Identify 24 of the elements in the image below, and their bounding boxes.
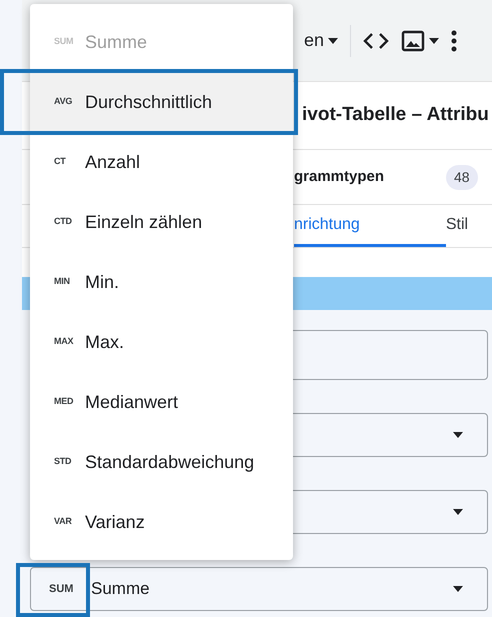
menu-item[interactable]: VAR Varianz [30,492,293,552]
row-label: grammtypen [294,166,386,187]
select-value: Summe [91,578,150,600]
code-icon[interactable] [363,32,390,50]
menu-item[interactable]: MIN Min. [30,252,293,312]
menu-item[interactable]: CTD Einzeln zählen [30,192,293,252]
menu-item[interactable]: STD Standardabweichung [30,432,293,492]
menu-item[interactable]: AVG Durchschnittlich [30,72,293,132]
caret-icon [429,38,440,44]
function-code: SUM [49,582,74,597]
menu-item[interactable]: MAX Max. [30,312,293,372]
count-badge: 48 [446,164,478,190]
menu-button[interactable]: en [304,27,338,54]
tab[interactable]: Stil [446,205,492,247]
caret-icon [328,38,338,44]
panel-title: ivot-Tabelle – Attribu [302,103,489,128]
menu-item[interactable]: MED Medianwert [30,372,293,432]
select-field[interactable]: SUM Summe [30,567,488,611]
caret-icon [453,509,463,515]
caret-icon [453,432,463,438]
menu-item[interactable]: CT Anzahl [30,132,293,192]
more-icon[interactable] [451,30,458,52]
caret-icon [453,586,463,592]
image-button[interactable] [401,28,440,52]
